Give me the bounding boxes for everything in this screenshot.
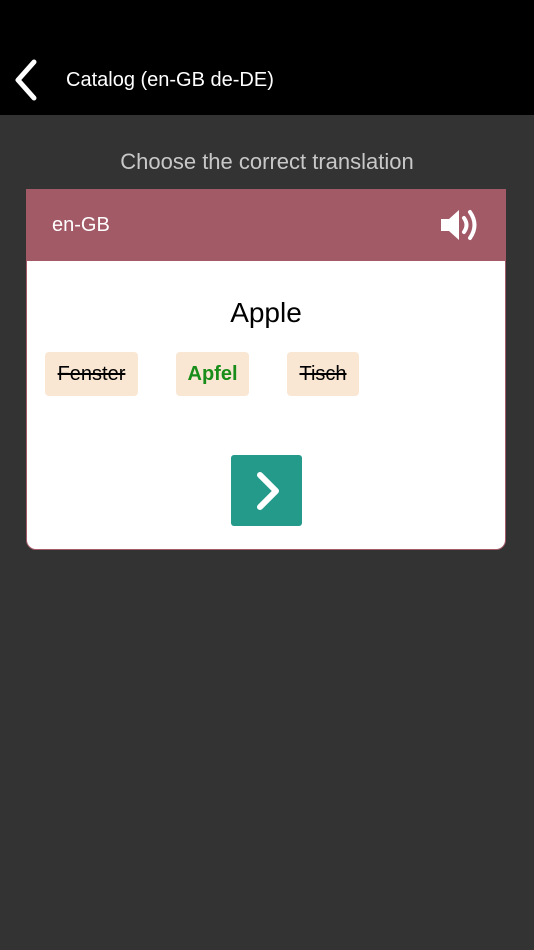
chevron-left-icon (15, 59, 37, 101)
option-tisch[interactable]: Tisch (287, 352, 359, 396)
navigation-bar: Catalog (en-GB de-DE) (0, 0, 534, 115)
speaker-icon (441, 210, 477, 240)
next-button[interactable] (231, 455, 302, 526)
instruction-text: Choose the correct translation (120, 149, 414, 174)
card-header: en-GB (27, 190, 505, 261)
quiz-card: en-GB Apple Fenster Apfel Tisch (26, 189, 506, 550)
speaker-button[interactable] (439, 206, 479, 244)
question-word: Apple (230, 297, 302, 328)
chevron-right-icon (256, 471, 279, 510)
source-language-label: en-GB (52, 214, 110, 236)
option-apfel[interactable]: Apfel (176, 352, 249, 396)
option-fenster[interactable]: Fenster (45, 352, 138, 396)
page-title: Catalog (en-GB de-DE) (66, 69, 274, 91)
back-button[interactable] (6, 56, 46, 104)
